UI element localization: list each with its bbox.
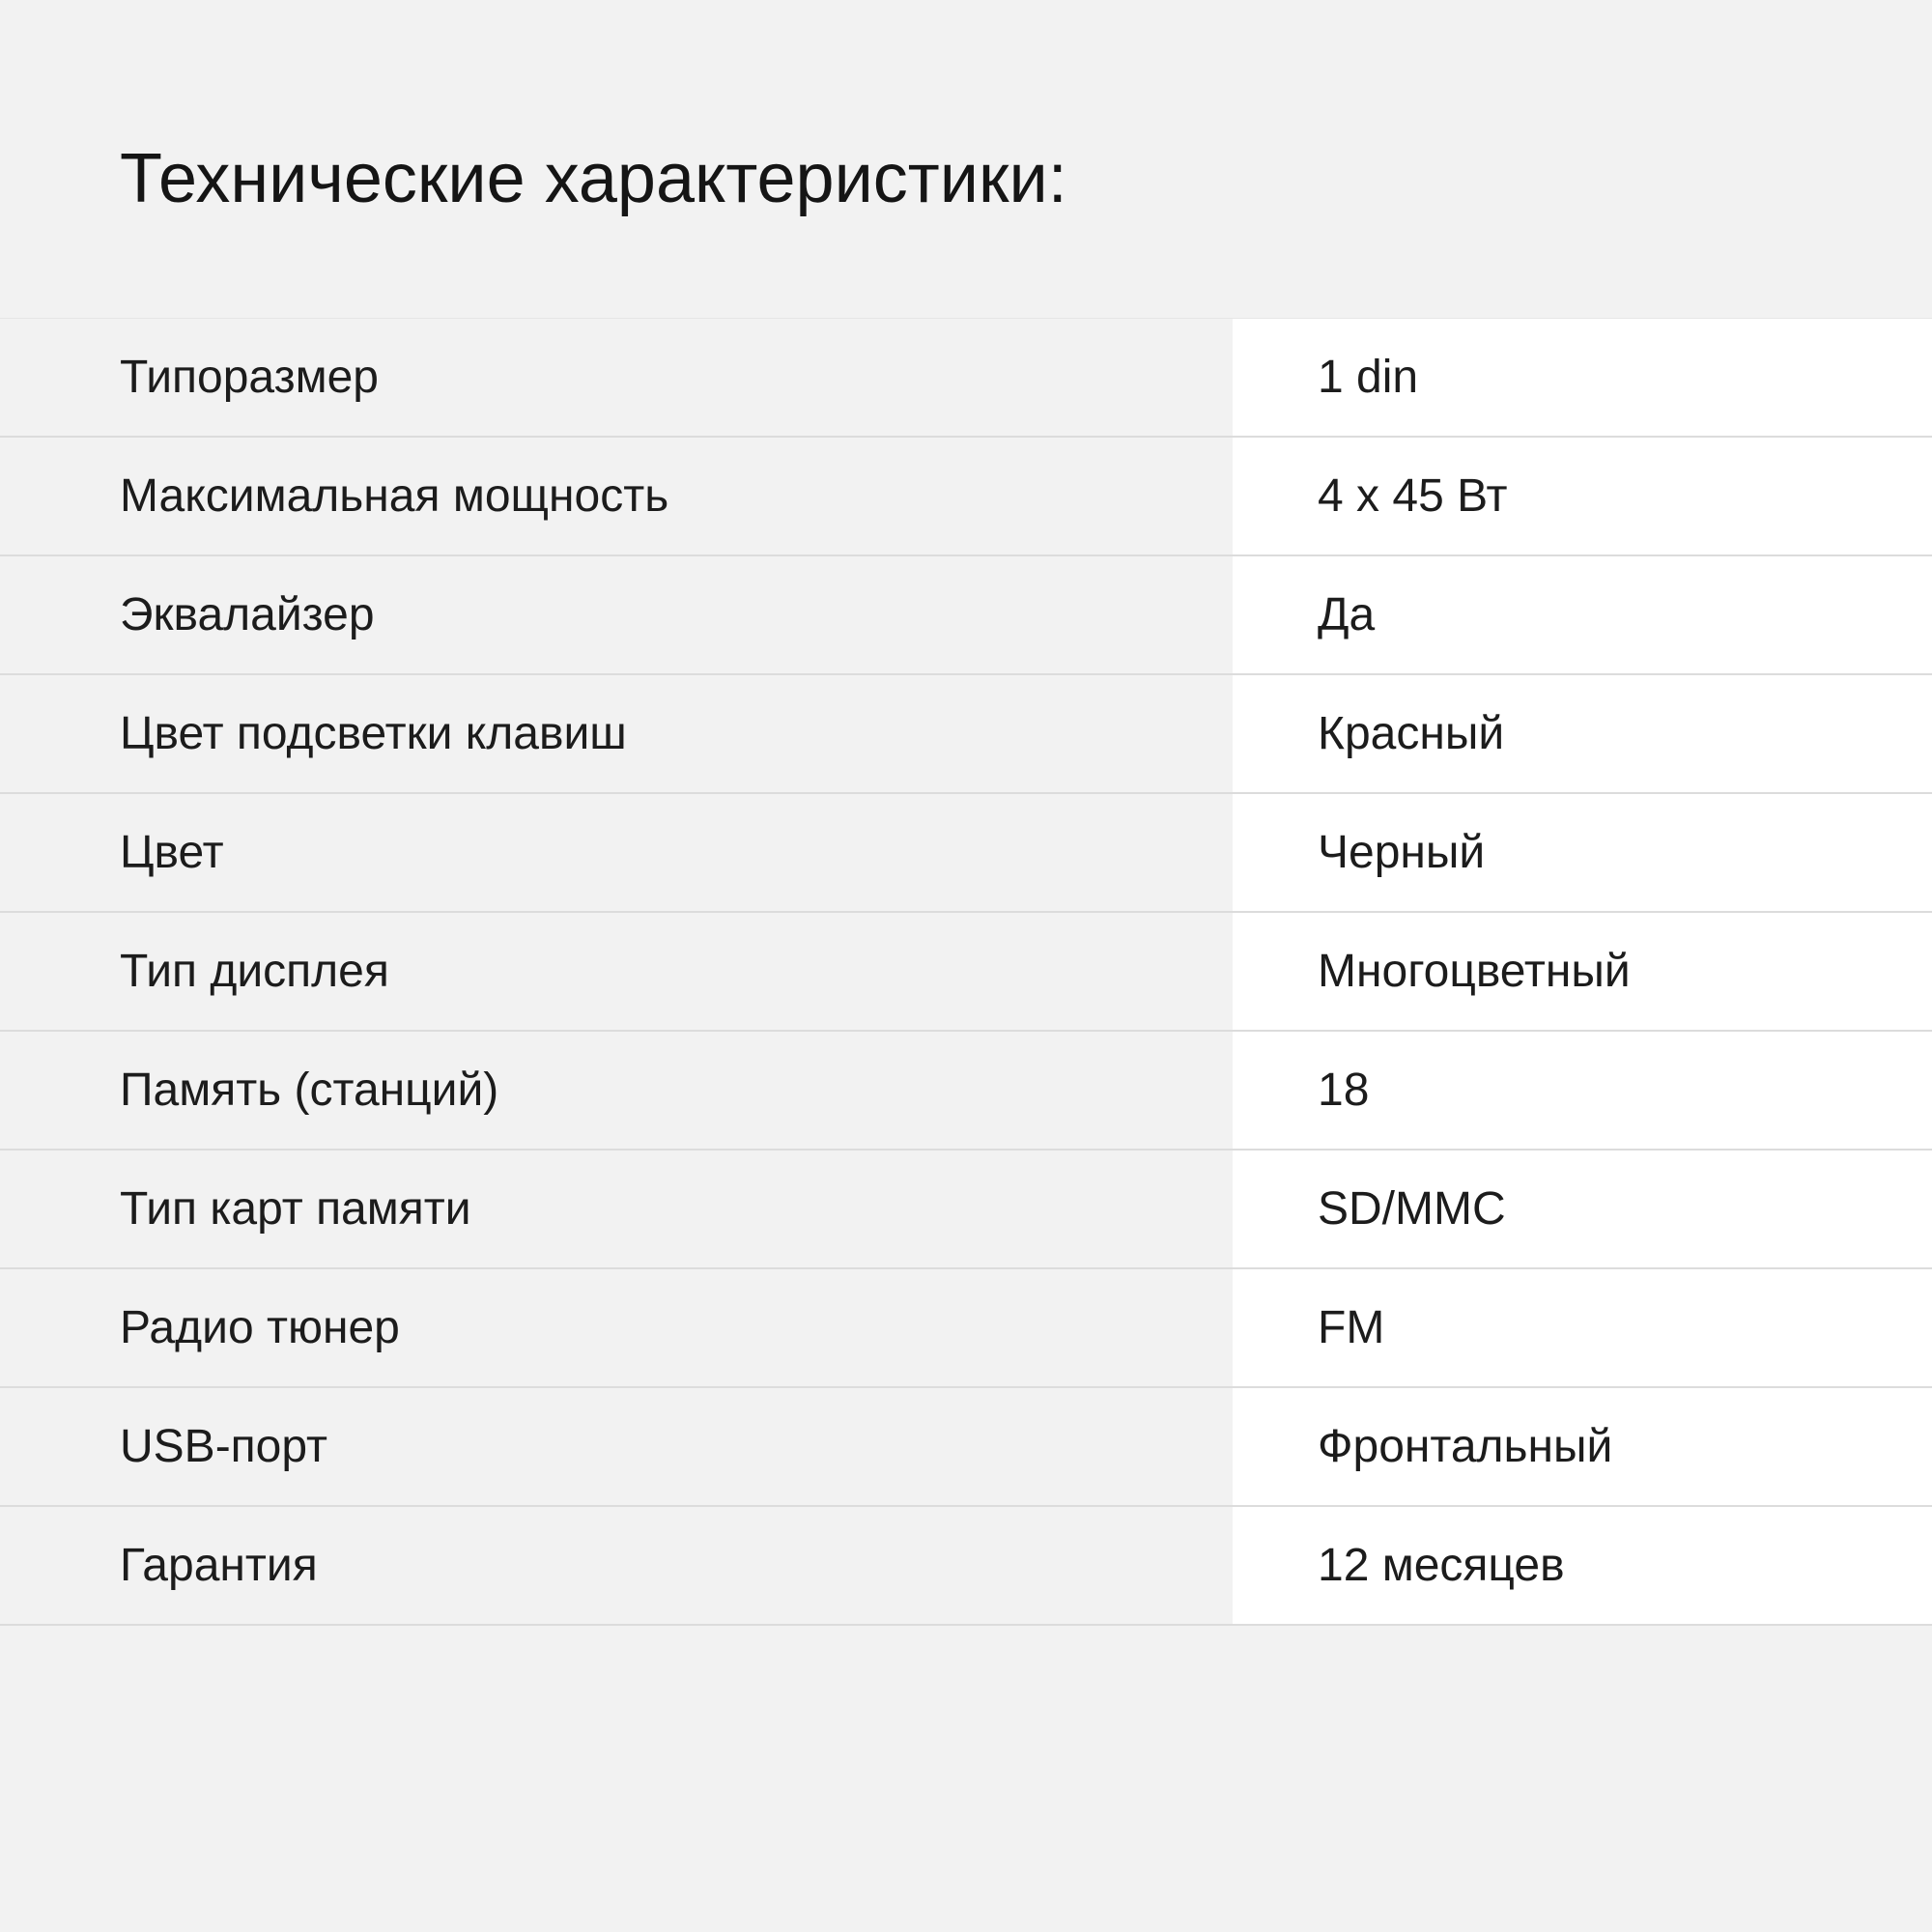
- spec-row-display-type: Тип дисплея Многоцветный: [0, 913, 1932, 1032]
- spec-value: Фронтальный: [1233, 1388, 1932, 1505]
- spec-name: Тип дисплея: [0, 913, 1233, 1030]
- spec-value: FM: [1233, 1269, 1932, 1386]
- spec-name: USB-порт: [0, 1388, 1233, 1505]
- spec-row-warranty: Гарантия 12 месяцев: [0, 1507, 1932, 1626]
- spec-name: Цвет: [0, 794, 1233, 911]
- spec-row-equalizer: Эквалайзер Да: [0, 556, 1932, 675]
- spec-name: Радио тюнер: [0, 1269, 1233, 1386]
- spec-name: Тип карт памяти: [0, 1151, 1233, 1267]
- specs-table: Типоразмер 1 din Максимальная мощность 4…: [0, 318, 1932, 1626]
- page-title: Технические характеристики:: [120, 140, 1067, 217]
- spec-row-station-memory: Память (станций) 18: [0, 1032, 1932, 1151]
- spec-name: Цвет подсветки клавиш: [0, 675, 1233, 792]
- spec-row-memory-card-type: Тип карт памяти SD/MMC: [0, 1151, 1932, 1269]
- spec-row-usb-port: USB-порт Фронтальный: [0, 1388, 1932, 1507]
- spec-name: Максимальная мощность: [0, 438, 1233, 554]
- spec-row-max-power: Максимальная мощность 4 x 45 Вт: [0, 438, 1932, 556]
- spec-name: Типоразмер: [0, 319, 1233, 436]
- spec-value: Черный: [1233, 794, 1932, 911]
- spec-row-color: Цвет Черный: [0, 794, 1932, 913]
- spec-value: 4 x 45 Вт: [1233, 438, 1932, 554]
- spec-value: SD/MMC: [1233, 1151, 1932, 1267]
- spec-name: Память (станций): [0, 1032, 1233, 1149]
- spec-value: Красный: [1233, 675, 1932, 792]
- spec-value: Многоцветный: [1233, 913, 1932, 1030]
- spec-value: 1 din: [1233, 319, 1932, 436]
- spec-value: Да: [1233, 556, 1932, 673]
- spec-row-form-factor: Типоразмер 1 din: [0, 319, 1932, 438]
- spec-value: 18: [1233, 1032, 1932, 1149]
- spec-value: 12 месяцев: [1233, 1507, 1932, 1624]
- spec-name: Гарантия: [0, 1507, 1233, 1624]
- spec-row-radio-tuner: Радио тюнер FM: [0, 1269, 1932, 1388]
- spec-row-key-backlight-color: Цвет подсветки клавиш Красный: [0, 675, 1932, 794]
- spec-name: Эквалайзер: [0, 556, 1233, 673]
